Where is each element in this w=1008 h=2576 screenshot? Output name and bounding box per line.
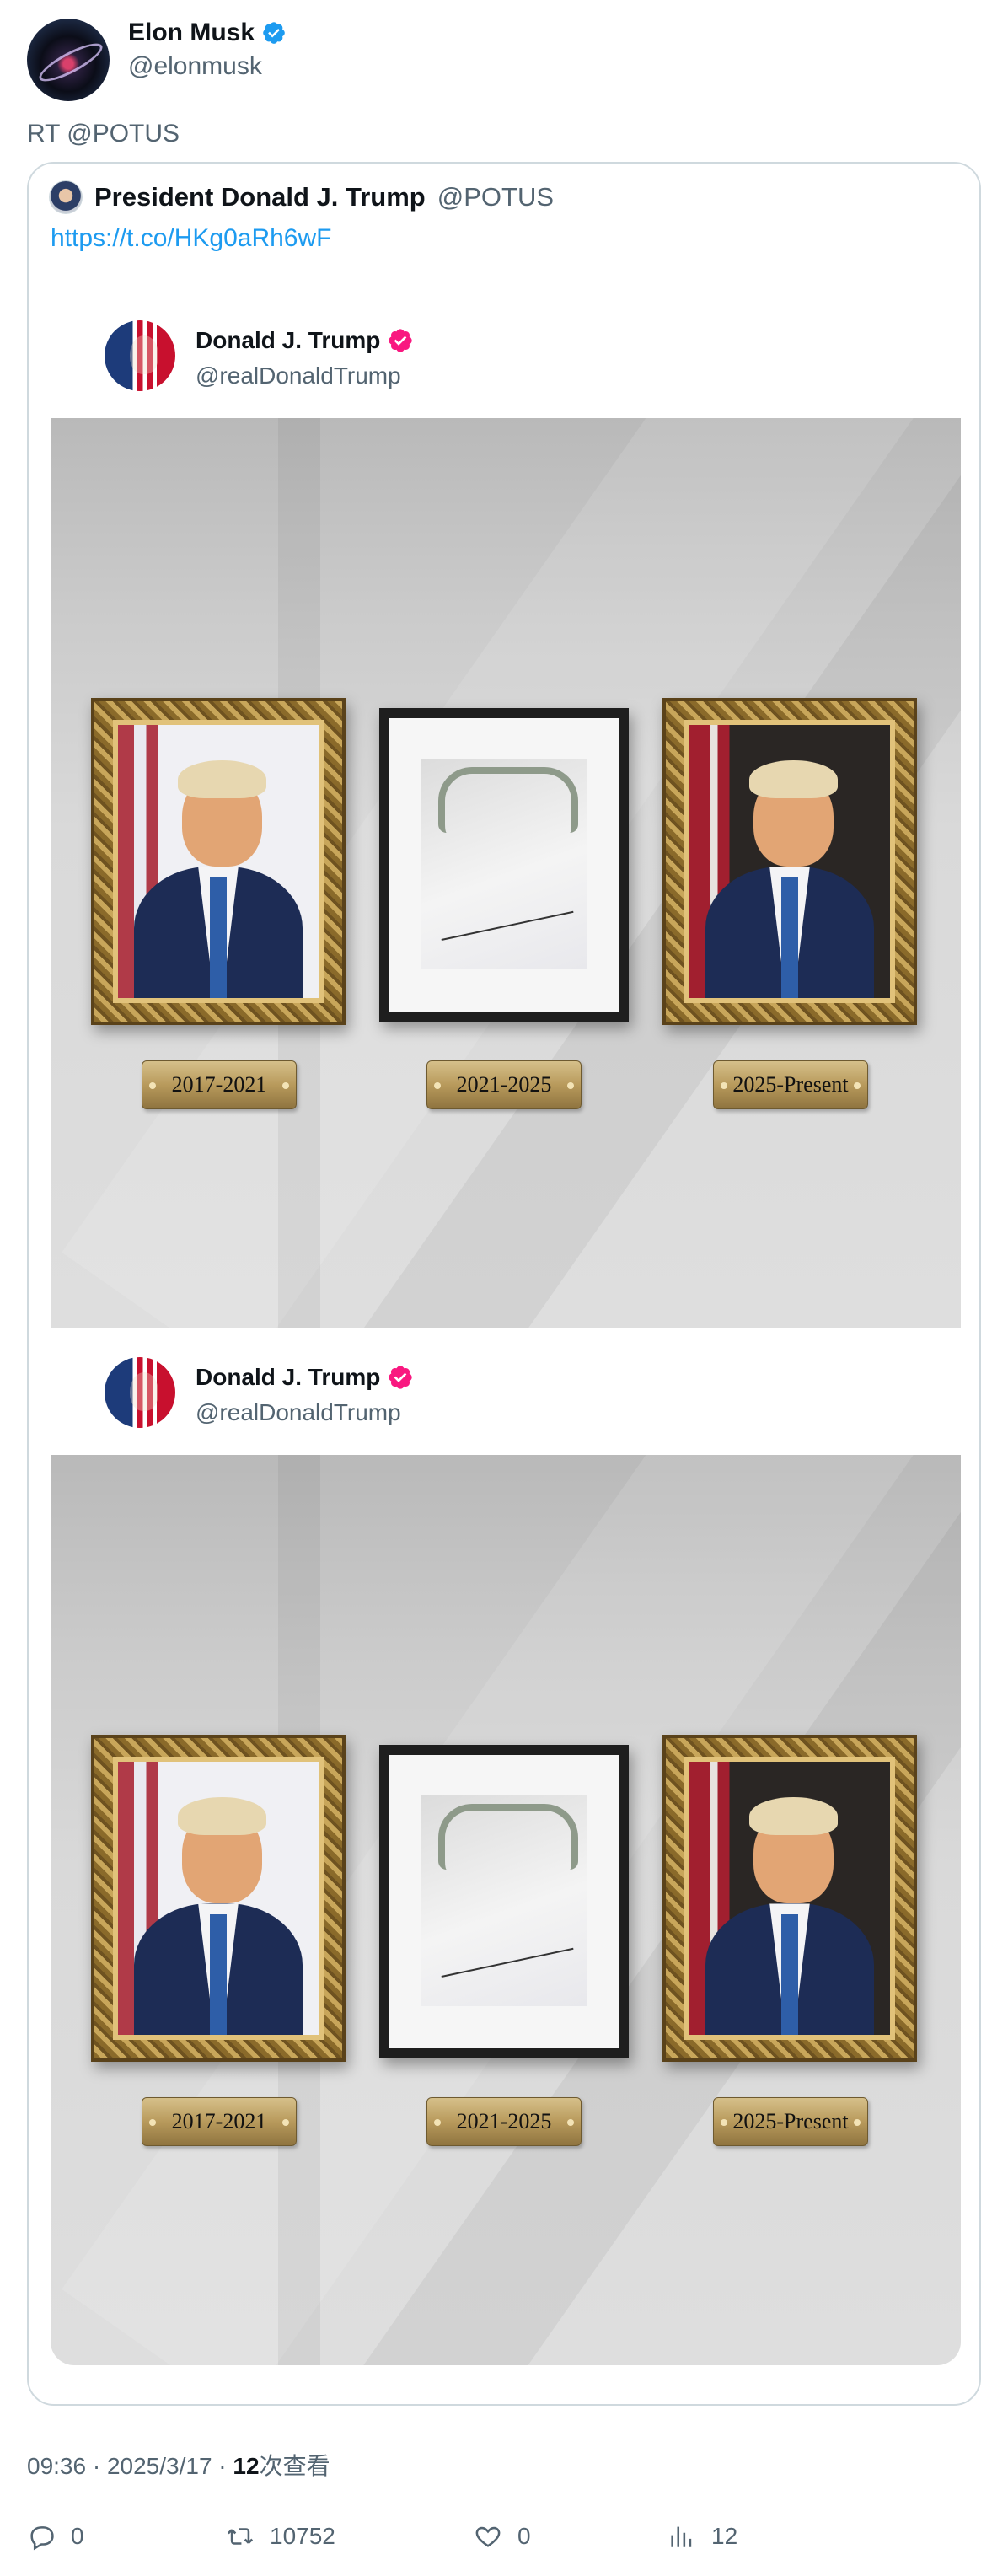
portrait-frame-right [662,1735,917,2062]
author-name-row: Elon Musk [128,19,287,47]
embedded-author-handle[interactable]: @realDonaldTrump [196,1399,401,1426]
embedded-author-avatar[interactable] [105,1357,175,1428]
portrait-frame-right [662,698,917,1025]
embedded-image[interactable]: 2017-2021 2021-2025 2025-Present [51,1455,961,2365]
verified-badge-icon [263,22,285,44]
retweet-icon [227,2528,254,2545]
retweet-text: RT @POTUS [27,120,180,148]
embedded-author-name[interactable]: Donald J. Trump [196,1364,380,1391]
verified-badge-icon [389,329,413,352]
retweet-count: 10752 [270,2523,335,2549]
reply-icon [30,2526,54,2551]
plaque-left: 2017-2021 [142,2097,297,2146]
embedded-name-row: Donald J. Trump [196,327,414,354]
quoted-tweet-link[interactable]: https://t.co/HKg0aRh6wF [51,224,332,253]
plaque-right: 2025-Present [713,1060,868,1109]
quoted-author-handle[interactable]: @POTUS [437,182,554,212]
author-avatar[interactable] [27,19,110,101]
views-button[interactable]: 12 [668,2522,737,2551]
plaque-right: 2025-Present [713,2097,868,2146]
retweet-button[interactable]: 10752 [226,2522,335,2551]
embedded-post-header: Donald J. Trump @realDonaldTrump [105,320,610,396]
analytics-icon [671,2526,692,2547]
reply-button[interactable]: 0 [27,2522,84,2551]
plaque-left: 2017-2021 [142,1060,297,1109]
quoted-tweet-card[interactable]: President Donald J. Trump @POTUS https:/… [27,162,981,2406]
quoted-author-avatar[interactable] [49,180,83,214]
portrait-frame-left [91,698,346,1025]
embedded-author-avatar[interactable] [105,320,175,391]
tweet-actions: 0 10752 0 12 [27,2522,979,2556]
tweet-header: Elon Musk @elonmusk [27,19,979,103]
reply-count: 0 [71,2523,84,2549]
views-count: 12 [233,2453,260,2479]
embedded-author-name[interactable]: Donald J. Trump [196,327,380,354]
tweet-meta: 09:36 · 2025/3/17 · 12次查看 [27,2448,330,2482]
quoted-author-name[interactable]: President Donald J. Trump [94,182,426,212]
portrait-frame-left [91,1735,346,2062]
tweet-timestamp[interactable]: 09:36 · 2025/3/17 · [27,2453,233,2479]
verified-badge-icon [389,1366,413,1389]
signature-frame-middle [379,708,629,1022]
embedded-name-row: Donald J. Trump [196,1364,414,1391]
views-action-count: 12 [711,2523,738,2549]
embedded-image[interactable]: 2017-2021 2021-2025 2025-Present [51,418,961,1328]
signature-frame-middle [379,1745,629,2058]
like-button[interactable]: 0 [474,2522,531,2551]
embedded-author-handle[interactable]: @realDonaldTrump [196,362,401,389]
views-label: 次查看 [259,2453,330,2479]
embedded-post-header: Donald J. Trump @realDonaldTrump [105,1357,610,1433]
author-name[interactable]: Elon Musk [128,19,255,47]
author-handle[interactable]: @elonmusk [128,52,262,81]
plaque-middle: 2021-2025 [426,2097,582,2146]
quoted-tweet-header: President Donald J. Trump @POTUS [49,180,554,214]
heart-icon [475,2526,501,2547]
like-count: 0 [517,2523,531,2549]
plaque-middle: 2021-2025 [426,1060,582,1109]
